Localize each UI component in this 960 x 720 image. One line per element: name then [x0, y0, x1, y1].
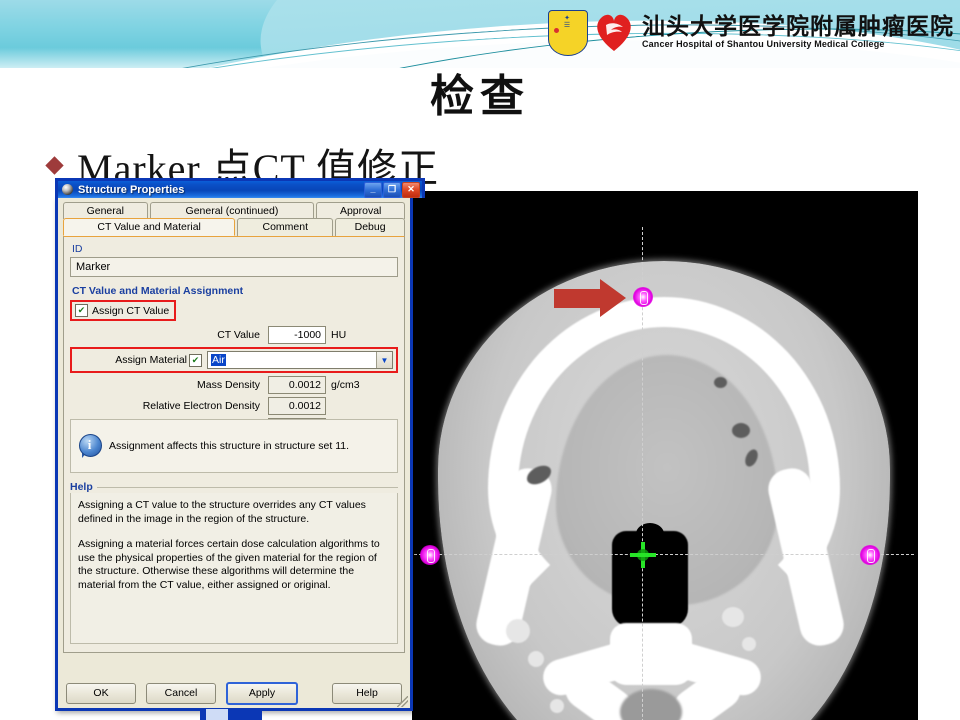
apply-button[interactable]: Apply [226, 681, 298, 705]
mass-density-input[interactable]: 0.0012 [268, 376, 326, 394]
assign-material-row: Assign Material ✔ Air ▼ [75, 351, 393, 369]
mass-density-label: Mass Density [196, 379, 260, 391]
hospital-name-block: 汕头大学医学院附属肿瘤医院 Cancer Hospital of Shantou… [642, 15, 954, 49]
taskbar-chip [206, 709, 228, 720]
dialog-title: Structure Properties [78, 183, 185, 196]
id-group-label: ID [72, 243, 83, 255]
red-arrow-icon [554, 279, 626, 317]
university-crest-icon: ✦ ☰ [548, 10, 588, 56]
axial-ct-head-neck-slice [414, 227, 914, 720]
ct-value-input[interactable]: -1000 [268, 326, 326, 344]
material-selected-option: Air [211, 354, 226, 366]
chevron-down-icon[interactable]: ▼ [376, 352, 392, 368]
assign-ct-value-label: Assign CT Value [92, 304, 170, 317]
marker-anterior[interactable] [633, 287, 653, 307]
red-heart-hands-icon [592, 11, 636, 53]
close-button[interactable]: ✕ [402, 181, 420, 198]
mass-density-row: Mass Density 0.0012 g/cm3 [70, 376, 398, 394]
marker-right-lateral[interactable] [860, 545, 880, 565]
material-combobox[interactable]: Air ▼ [207, 351, 393, 369]
assign-ct-value-checkbox[interactable]: ✔ [75, 304, 88, 317]
hospital-name-cn: 汕头大学医学院附属肿瘤医院 [642, 14, 954, 39]
page-title: 检查 [430, 72, 530, 121]
tab-bar[interactable]: General General (continued) Approval CT … [58, 198, 410, 236]
ct-value-and-material-pane: ID Marker CT Value and Material Assignme… [63, 236, 405, 653]
assign-ct-value-checkbox-row[interactable]: ✔ Assign CT Value [75, 304, 169, 317]
dialog-titlebar[interactable]: Structure Properties _ ❐ ✕ [55, 178, 425, 198]
help-button[interactable]: Help [332, 682, 402, 704]
tab-general-continued[interactable]: General (continued) [149, 202, 315, 219]
assign-material-label: Assign Material [115, 354, 187, 366]
mass-density-unit: g/cm3 [331, 379, 360, 391]
assignment-group-label: CT Value and Material Assignment [72, 285, 244, 297]
structure-properties-dialog[interactable]: Structure Properties _ ❐ ✕ General Gener… [55, 178, 425, 711]
marker-left-lateral[interactable] [420, 545, 440, 565]
tab-comment[interactable]: Comment [237, 218, 334, 236]
dialog-button-bar: OK Cancel Apply Help [58, 678, 410, 708]
tab-general[interactable]: General [63, 202, 148, 219]
resize-grip-icon[interactable] [396, 695, 408, 707]
crosshair-horizontal-line [414, 554, 914, 555]
diamond-bullet-icon [45, 155, 64, 175]
assignment-info-box: i Assignment affects this structure in s… [70, 419, 398, 473]
cancel-button[interactable]: Cancel [146, 682, 216, 704]
assign-material-highlight: Assign Material ✔ Air ▼ [70, 347, 398, 373]
info-icon: i [79, 434, 102, 458]
help-paragraph-1: Assigning a CT value to the structure ov… [78, 499, 366, 525]
help-group: Help Assigning a CT value to the structu… [70, 481, 398, 646]
tab-approval[interactable]: Approval [316, 202, 405, 219]
structure-id-field[interactable]: Marker [70, 257, 398, 277]
relative-electron-density-input[interactable]: 0.0012 [268, 397, 326, 415]
assign-material-checkbox[interactable]: ✔ [189, 353, 202, 367]
hospital-name-en: Cancer Hospital of Shantou University Me… [642, 39, 885, 49]
assignment-info-text: Assignment affects this structure in str… [109, 440, 350, 452]
relative-electron-density-label: Relative Electron Density [142, 400, 260, 412]
help-group-label: Help [70, 481, 93, 493]
minimize-button[interactable]: _ [364, 181, 382, 198]
assign-ct-value-highlight: ✔ Assign CT Value [70, 300, 177, 321]
relative-electron-density-row: Relative Electron Density 0.0012 [70, 397, 398, 415]
tab-ct-value-and-material[interactable]: CT Value and Material [63, 218, 236, 236]
taskbar-fragment [200, 709, 262, 720]
help-paragraph-2: Assigning a material forces certain dose… [78, 537, 380, 592]
green-crosshair-icon[interactable] [630, 542, 656, 568]
app-sphere-icon [62, 184, 73, 195]
ct-value-unit: HU [331, 329, 347, 341]
ct-value-label: CT Value [217, 329, 260, 341]
ct-image-viewport[interactable] [412, 191, 918, 720]
ct-value-row: CT Value -1000 HU [70, 326, 398, 344]
tab-debug[interactable]: Debug [335, 218, 405, 236]
maximize-button[interactable]: ❐ [383, 181, 401, 198]
hospital-logo: ✦ ☰ 汕头大学医学院附属肿瘤医院 Cancer Hospital of Shan… [548, 8, 954, 56]
ok-button[interactable]: OK [66, 682, 136, 704]
